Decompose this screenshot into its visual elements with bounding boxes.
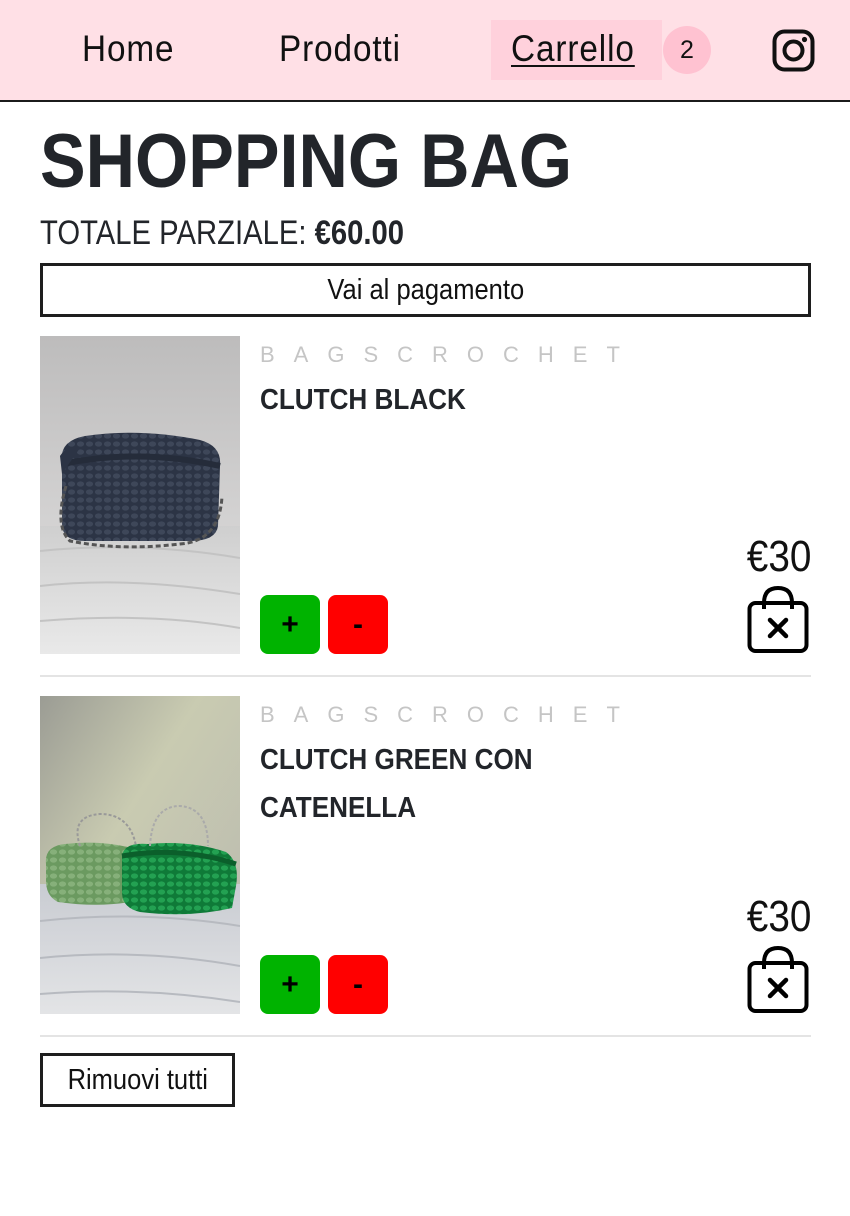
product-name[interactable]: CLUTCH GREEN CON CATENELLA	[260, 736, 548, 832]
subtotal-label: TOTALE PARZIALE:	[40, 214, 315, 252]
brand-label: BAGSCROCHET	[260, 342, 639, 367]
cart-item: BAGSCROCHET CLUTCH BLACK €30 + -	[40, 336, 811, 677]
product-image-clutch-black[interactable]	[40, 336, 240, 654]
subtotal: TOTALE PARZIALE: €60.00	[40, 214, 404, 253]
instagram-icon[interactable]	[772, 29, 815, 72]
decrease-quantity-button[interactable]: -	[328, 595, 388, 654]
cart-item: BAGSCROCHET CLUTCH GREEN CON CATENELLA €…	[40, 696, 811, 1037]
nav-home-link[interactable]: Home	[82, 28, 174, 70]
subtotal-value: €60.00	[314, 214, 405, 252]
bag-remove-icon[interactable]	[747, 585, 809, 655]
product-image-clutch-green[interactable]	[40, 696, 240, 1014]
decrease-quantity-button[interactable]: -	[328, 955, 388, 1014]
increase-quantity-button[interactable]: +	[260, 955, 320, 1014]
product-price: €30	[746, 892, 811, 941]
product-name[interactable]: CLUTCH BLACK	[260, 376, 548, 424]
nav-cart-tab[interactable]: Carrello	[491, 20, 662, 80]
product-price: €30	[746, 532, 811, 581]
checkout-button-label: Vai al pagamento	[327, 273, 524, 306]
bag-remove-icon[interactable]	[747, 945, 809, 1015]
navbar: Home Prodotti Carrello 2	[0, 0, 850, 102]
checkout-button[interactable]: Vai al pagamento	[40, 263, 811, 317]
remove-all-button-label: Rimuovi tutti	[67, 1063, 208, 1096]
brand-label: BAGSCROCHET	[260, 702, 639, 727]
cart-count-badge: 2	[663, 26, 711, 74]
nav-cart-link[interactable]: Carrello	[511, 28, 635, 70]
increase-quantity-button[interactable]: +	[260, 595, 320, 654]
page-title: SHOPPING BAG	[40, 119, 573, 204]
remove-all-button[interactable]: Rimuovi tutti	[40, 1053, 235, 1107]
nav-products-link[interactable]: Prodotti	[279, 28, 401, 70]
